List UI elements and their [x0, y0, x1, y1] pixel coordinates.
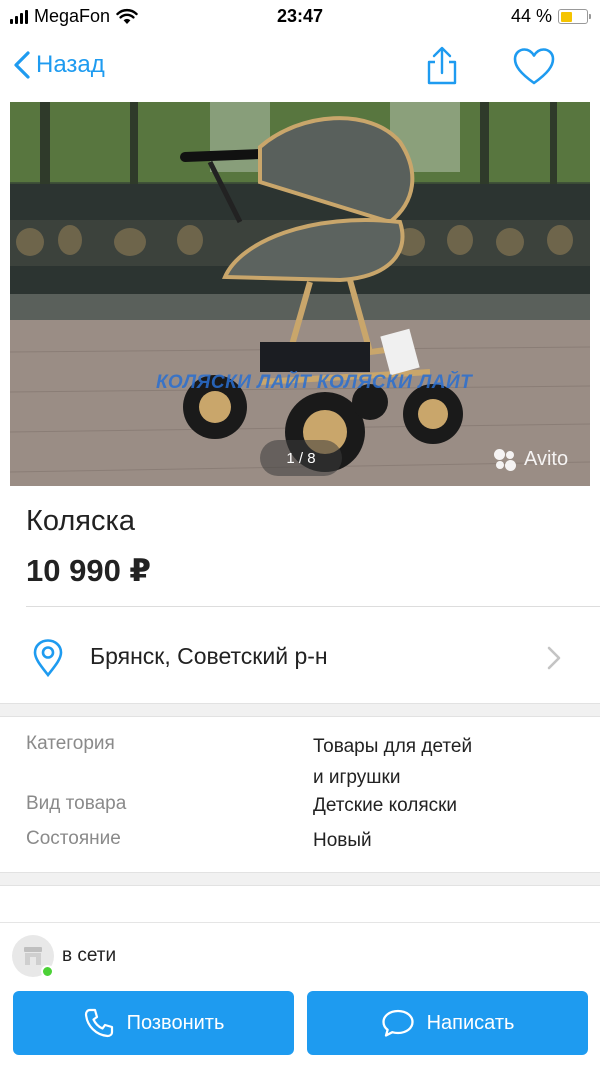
param-label-type: Вид товара: [26, 793, 127, 814]
listing-title: Коляска: [26, 505, 135, 537]
param-label-category: Категория: [26, 733, 115, 754]
call-label: Позвонить: [126, 1011, 225, 1034]
status-bar: MegaFon 23:47 44 %: [0, 0, 600, 34]
battery-percent: 44 %: [510, 6, 552, 26]
back-label: Назад: [36, 51, 105, 78]
param-label-condition: Состояние: [26, 828, 121, 849]
location-row[interactable]: Брянск, Советский р-н: [0, 607, 600, 703]
param-value-condition: Новый: [313, 830, 372, 851]
photo-counter: 1 / 8: [260, 440, 342, 476]
battery-block: 44 %: [510, 6, 591, 27]
heart-icon: [513, 48, 555, 85]
message-label: Написать: [426, 1011, 515, 1034]
favorite-button[interactable]: [512, 47, 556, 87]
share-button[interactable]: [422, 46, 462, 86]
avito-logo-icon: [494, 448, 518, 471]
chevron-right-icon: [547, 646, 561, 670]
chat-bubble-icon: [381, 1009, 414, 1037]
section-separator: [0, 703, 600, 717]
share-icon: [427, 46, 457, 85]
stroller-illustration: [10, 102, 590, 486]
param-value-type: Детские коляски: [313, 795, 458, 816]
param-value-line: Товары для детей: [313, 736, 473, 757]
param-value-line: и игрушки: [313, 767, 401, 788]
message-button[interactable]: Написать: [307, 991, 588, 1055]
listing-photo[interactable]: КОЛЯСКИ ЛАЙТ КОЛЯСКИ ЛАЙТ: [10, 102, 590, 486]
seller-status: в сети: [62, 945, 117, 966]
call-button[interactable]: Позвонить: [13, 991, 294, 1055]
battery-icon: [558, 9, 591, 24]
map-pin-icon: [33, 639, 63, 677]
avito-watermark: Avito: [494, 448, 568, 471]
section-separator: [0, 872, 600, 886]
bottom-panel: в сети Позвонить Написать: [0, 922, 600, 1066]
online-indicator: [41, 965, 54, 978]
listing-price: 10 990 ₽: [26, 553, 151, 588]
param-value-category: Товары для детей и игрушки: [313, 731, 472, 793]
photo-overlay-text: КОЛЯСКИ ЛАЙТ КОЛЯСКИ ЛАЙТ: [156, 372, 473, 393]
chevron-left-icon: [14, 51, 30, 79]
back-button[interactable]: Назад: [12, 50, 105, 80]
battery-fill: [560, 11, 572, 22]
watermark-text: Avito: [524, 448, 569, 470]
phone-icon: [84, 1008, 113, 1038]
nav-bar: Назад: [0, 34, 600, 102]
location-text: Брянск, Советский р-н: [90, 643, 328, 669]
